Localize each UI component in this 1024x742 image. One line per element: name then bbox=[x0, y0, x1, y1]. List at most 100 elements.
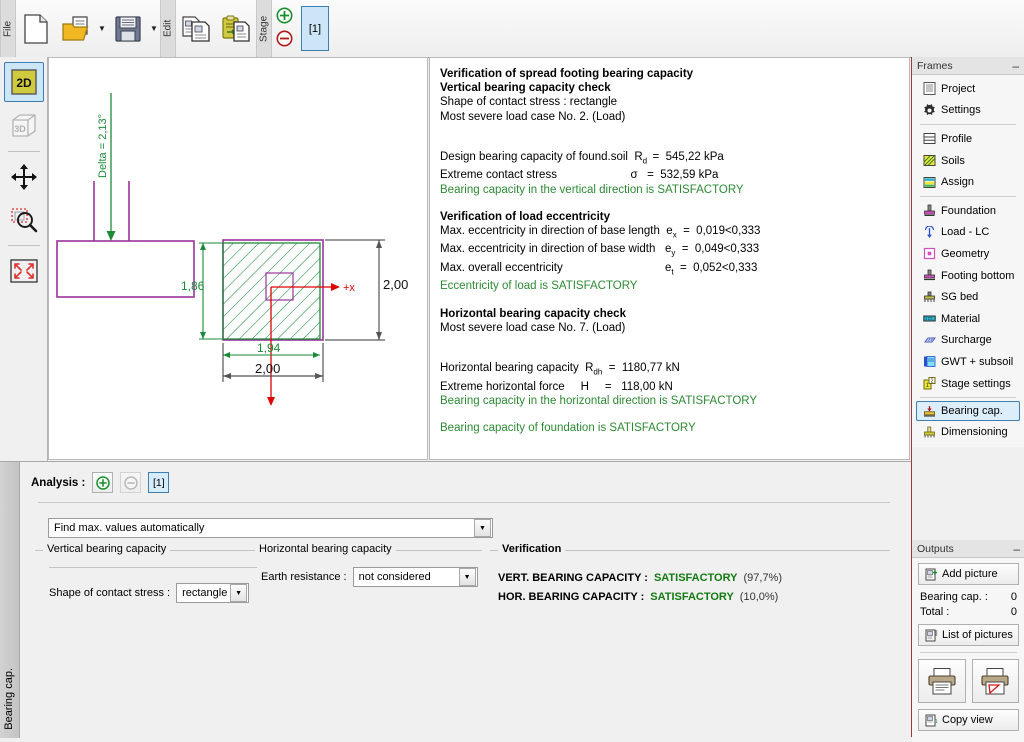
zoom-window-button[interactable] bbox=[5, 201, 43, 239]
verification-group: Verification VERT. BEARING CAPACITY : SA… bbox=[490, 543, 890, 620]
sidebar-divider-3 bbox=[920, 397, 1016, 399]
stage-tab-1[interactable]: [1] bbox=[301, 6, 329, 51]
sidebar-item-surcharge[interactable]: Surcharge bbox=[912, 330, 1024, 352]
geometry-square-icon bbox=[922, 247, 936, 261]
zoom-all-button[interactable] bbox=[5, 252, 43, 290]
sidebar-item-stage-settings[interactable]: 12 Stage settings bbox=[912, 373, 1024, 395]
chevron-down-icon[interactable]: ▼ bbox=[230, 584, 248, 602]
sidebar-item-profile[interactable]: Profile bbox=[912, 128, 1024, 150]
report-horizontal-load-case: Most severe load case No. 7. (Load) bbox=[440, 321, 626, 334]
dim-width-inner: 1,86 bbox=[181, 279, 205, 293]
new-file-button[interactable] bbox=[16, 5, 56, 52]
report-shape-of-contact-stress: Shape of contact stress : rectangle bbox=[440, 96, 618, 109]
sidebar-item-load-lc[interactable]: Load - LC bbox=[912, 222, 1024, 244]
paste-button[interactable] bbox=[216, 5, 256, 52]
frames-minimize-button[interactable]: – bbox=[1012, 60, 1019, 72]
sidebar-item-assign[interactable]: Assign bbox=[912, 171, 1024, 193]
bearing-cap-side-tab-label: Bearing cap. bbox=[3, 668, 15, 730]
add-analysis-button[interactable] bbox=[92, 472, 114, 493]
sidebar-item-label: Assign bbox=[941, 176, 975, 189]
sidebar-item-label: Settings bbox=[941, 104, 981, 117]
list-of-pictures-button[interactable]: List of pictures bbox=[918, 624, 1019, 646]
earth-resistance-combo[interactable]: not considered ▼ bbox=[352, 567, 478, 587]
view-tools-toolbar: 2D 3D bbox=[0, 57, 48, 540]
earth-resistance-label: Earth resistance : bbox=[261, 571, 347, 583]
sidebar-item-label: Soils bbox=[941, 154, 965, 167]
assign-icon bbox=[922, 175, 936, 189]
toolbar-group-stage-caption: Stage bbox=[256, 0, 272, 57]
sidebar-item-label: Project bbox=[941, 82, 976, 95]
remove-stage-button[interactable] bbox=[276, 30, 293, 50]
output-count-value: 0 bbox=[1010, 606, 1017, 618]
report-heading-eccentricity: Verification of load eccentricity bbox=[440, 210, 610, 223]
analysis-tab-1[interactable]: [1] bbox=[148, 472, 170, 493]
sidebar-item-label: Stage settings bbox=[941, 377, 1011, 390]
sidebar-item-geometry[interactable]: Geometry bbox=[912, 243, 1024, 265]
sidebar-item-footing-bottom[interactable]: Footing bottom bbox=[912, 265, 1024, 287]
view-2d-button[interactable]: 2D bbox=[3, 62, 44, 102]
delta-angle-label: Delta = 2,13° bbox=[97, 114, 109, 178]
copy-view-icon: 1 bbox=[924, 713, 938, 727]
view-3d-button[interactable]: 3D bbox=[5, 107, 43, 145]
save-file-dropdown-arrow[interactable]: ▼ bbox=[148, 5, 160, 52]
report-ecc-total: Max. overall eccentricity et = 0,052<0,3… bbox=[440, 261, 758, 277]
sidebar-item-settings[interactable]: Settings bbox=[912, 100, 1024, 122]
sidebar-item-gwt-subsoil[interactable]: GWT + subsoil bbox=[912, 351, 1024, 373]
svg-text:1: 1 bbox=[934, 719, 937, 725]
shape-of-contact-stress-combo[interactable]: rectangle ▼ bbox=[176, 583, 250, 603]
chevron-down-icon[interactable]: ▼ bbox=[474, 519, 491, 537]
outputs-body: Add picture Bearing cap. : 0 Total : 0 L… bbox=[912, 558, 1024, 742]
save-file-button[interactable] bbox=[108, 5, 148, 52]
report-horizontal-result: Bearing capacity in the horizontal direc… bbox=[440, 394, 758, 407]
analysis-mode-combo[interactable]: Find max. values automatically ▼ bbox=[48, 518, 493, 538]
print-document-button[interactable] bbox=[918, 659, 966, 703]
open-file-button[interactable] bbox=[56, 5, 96, 52]
analysis-panel: Bearing cap. Analysis : [1] Find max. va… bbox=[0, 461, 911, 738]
print-preview-button[interactable] bbox=[971, 659, 1019, 703]
sidebar-item-bearing-cap[interactable]: Bearing cap. bbox=[916, 401, 1020, 422]
sidebar-item-soils[interactable]: Soils bbox=[912, 150, 1024, 172]
dim-length-outer: 2,00 bbox=[255, 361, 280, 376]
chevron-down-icon[interactable]: ▼ bbox=[458, 568, 476, 586]
project-document-icon bbox=[922, 82, 936, 96]
sidebar-item-foundation[interactable]: Foundation bbox=[912, 200, 1024, 222]
report-vertical-load-case: Most severe load case No. 2. (Load) bbox=[440, 110, 626, 123]
add-stage-button[interactable] bbox=[276, 7, 293, 27]
report-vertical-result: Bearing capacity in the vertical directi… bbox=[440, 183, 744, 196]
sidebar-item-sg-bed[interactable]: SG bed bbox=[912, 286, 1024, 308]
verification-row-vertical: VERT. BEARING CAPACITY : SATISFACTORY (9… bbox=[498, 572, 782, 584]
shape-of-contact-stress-value: rectangle bbox=[182, 587, 228, 599]
verification-percent: (10,0%) bbox=[739, 591, 779, 603]
bearing-cap-side-tab[interactable]: Bearing cap. bbox=[0, 462, 20, 738]
sidebar-item-project[interactable]: Project bbox=[912, 78, 1024, 100]
sidebar-item-dimensioning[interactable]: Dimensioning bbox=[912, 421, 1024, 443]
copy-view-button[interactable]: 1 Copy view bbox=[918, 709, 1019, 731]
dim-length-inner: 1,94 bbox=[257, 341, 281, 355]
drawing-canvas[interactable]: Delta = 2,13° +x 1,86 1,94 2,00 2,00 bbox=[48, 57, 428, 460]
report-ecc-width: Max. eccentricity in direction of base w… bbox=[440, 243, 760, 258]
sidebar-divider-2 bbox=[920, 195, 1016, 197]
verification-name: VERT. BEARING CAPACITY : bbox=[498, 572, 648, 584]
report-ecc-length: Max. eccentricity in direction of base l… bbox=[440, 224, 761, 240]
dimensioning-icon bbox=[922, 425, 936, 439]
verification-results: VERT. BEARING CAPACITY : SATISFACTORY (9… bbox=[498, 572, 782, 610]
add-picture-button[interactable]: Add picture bbox=[918, 563, 1019, 585]
report-design-bearing-capacity: Design bearing capacity of found.soil Rd… bbox=[440, 150, 724, 166]
sidebar-item-label: Material bbox=[941, 312, 981, 325]
output-count-label: Bearing cap. : bbox=[920, 591, 988, 603]
verification-group-title: Verification bbox=[498, 543, 566, 555]
toolbar-group-file: File ▼ ▼ bbox=[0, 0, 160, 57]
remove-analysis-button[interactable] bbox=[120, 472, 142, 493]
sidebar-item-label: Foundation bbox=[941, 204, 997, 217]
outputs-minimize-button[interactable]: – bbox=[1013, 543, 1020, 555]
outputs-divider bbox=[920, 652, 1017, 653]
shape-of-contact-stress-label: Shape of contact stress : bbox=[49, 587, 171, 599]
analysis-toolbar: Analysis : [1] bbox=[31, 472, 897, 493]
report-horizontal-capacity: Horizontal bearing capacity Rdh = 1180,7… bbox=[440, 362, 680, 377]
open-file-dropdown-arrow[interactable]: ▼ bbox=[96, 5, 108, 52]
pan-tool-button[interactable] bbox=[5, 158, 43, 196]
copy-button[interactable] bbox=[176, 5, 216, 52]
sidebar-item-material[interactable]: Material bbox=[912, 308, 1024, 330]
main-toolbar: File ▼ ▼ Edit Stage [1] bbox=[0, 0, 1024, 58]
stage-settings-icon: 12 bbox=[922, 377, 936, 391]
